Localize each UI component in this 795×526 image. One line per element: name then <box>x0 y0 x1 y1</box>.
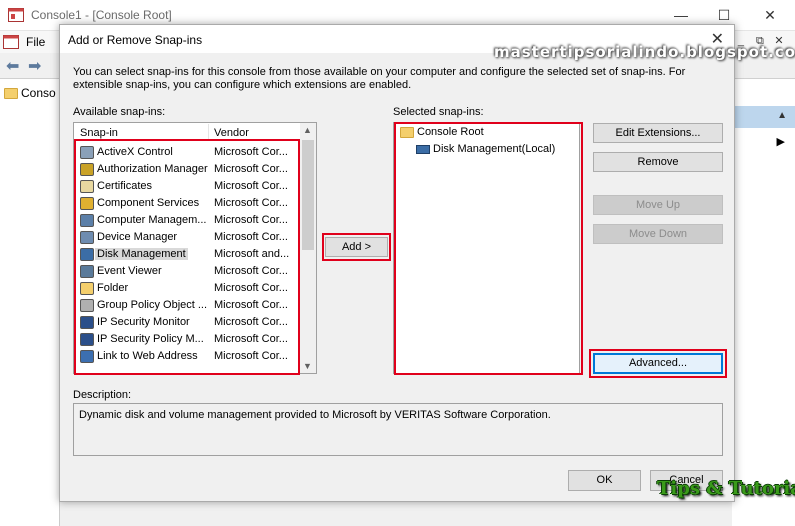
console-tree-item[interactable]: Conso <box>4 86 56 100</box>
remove-button[interactable]: Remove <box>593 152 723 172</box>
maximize-button[interactable]: ☐ <box>704 4 744 26</box>
description-box: Dynamic disk and volume management provi… <box>73 403 723 456</box>
console-title: Console1 - [Console Root] <box>31 8 172 22</box>
scroll-thumb[interactable] <box>302 140 314 250</box>
watermark-text: mastertipsorialindo.blogspot.com <box>494 43 795 61</box>
column-header-vendor[interactable]: Vendor <box>214 127 249 139</box>
menu-file[interactable]: File <box>26 35 45 49</box>
available-snapins-label: Available snap-ins: <box>73 106 166 118</box>
add-remove-snapins-dialog: Add or Remove Snap-ins ✕ You can select … <box>59 24 735 502</box>
highlight-available-list <box>74 139 300 375</box>
back-arrow-icon[interactable]: ⬅ <box>6 56 19 76</box>
actions-header[interactable]: ▲ <box>732 106 795 128</box>
console-tree-label: Conso <box>21 86 56 100</box>
dialog-title: Add or Remove Snap-ins <box>68 33 203 47</box>
selected-snapins-label: Selected snap-ins: <box>393 106 484 118</box>
collapse-triangle-icon[interactable]: ▲ <box>777 110 787 121</box>
console-tree-pane: Conso <box>0 79 60 526</box>
move-up-button[interactable]: Move Up <box>593 195 723 215</box>
scroll-down-icon[interactable]: ▼ <box>303 361 312 371</box>
forward-arrow-icon[interactable]: ➡ <box>28 56 41 76</box>
edit-extensions-button[interactable]: Edit Extensions... <box>593 123 723 143</box>
folder-icon <box>4 88 18 100</box>
minimize-button[interactable]: — <box>661 4 701 26</box>
scroll-up-icon[interactable]: ▲ <box>303 125 312 135</box>
highlight-selected-tree <box>394 122 583 375</box>
intro-text: You can select snap-ins for this console… <box>73 66 686 91</box>
ok-button[interactable]: OK <box>568 470 641 491</box>
highlight-advanced-button <box>589 349 727 378</box>
more-actions-arrow-icon[interactable]: ▶ <box>777 135 785 148</box>
move-down-button[interactable]: Move Down <box>593 224 723 244</box>
description-label: Description: <box>73 389 132 401</box>
list-scrollbar[interactable]: ▲ ▼ <box>300 123 316 373</box>
column-header-snapin[interactable]: Snap-in <box>80 127 118 139</box>
tips-tutorial-logo: Tips & Tutorial <box>657 478 795 499</box>
close-button[interactable]: ✕ <box>750 4 790 26</box>
console-doc-icon <box>3 35 19 49</box>
actions-pane: ▲ ▶ <box>732 79 795 526</box>
column-separator <box>208 124 209 140</box>
console-app-icon <box>8 8 24 22</box>
description-text: Dynamic disk and volume management provi… <box>79 409 551 421</box>
highlight-add-button <box>322 233 391 261</box>
